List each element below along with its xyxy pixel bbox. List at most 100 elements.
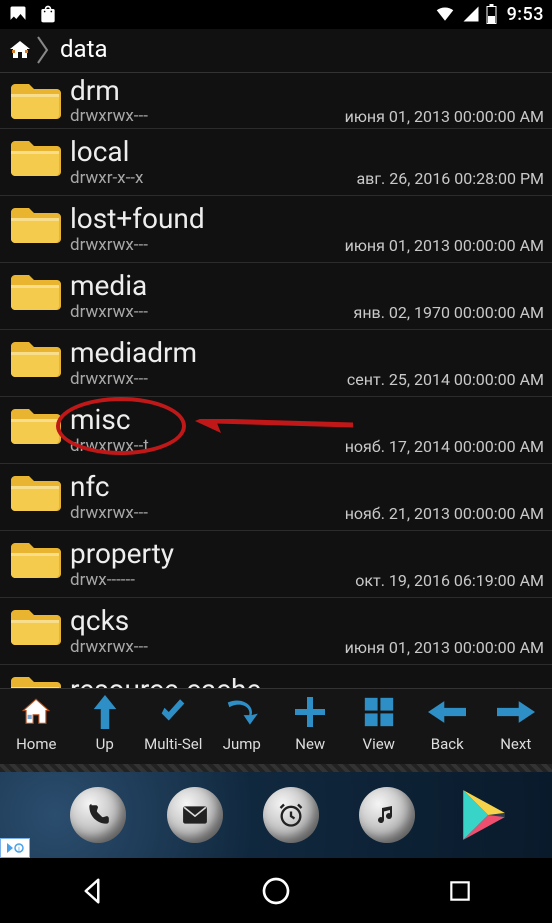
toolbar-label: Back [431, 735, 464, 753]
breadcrumb-home-button[interactable] [6, 36, 34, 64]
file-text: misc drwxrwx--t нояб. 17, 2014 00:00:00 … [70, 397, 544, 463]
file-date: июня 01, 2013 00:00:00 AM [345, 236, 544, 255]
file-row[interactable]: resource-cache [0, 665, 552, 688]
arrow-up-icon [86, 693, 124, 731]
toolbar-new-button[interactable]: New [276, 693, 345, 765]
toolbar-up-button[interactable]: Up [71, 693, 140, 765]
file-row[interactable]: drm drwxrwx--- июня 01, 2013 00:00:00 AM [0, 73, 552, 129]
nav-back-button[interactable] [62, 861, 122, 921]
file-name: misc [70, 405, 544, 434]
toolbar-label: Jump [223, 735, 261, 753]
file-name: property [70, 539, 544, 568]
folder-icon [0, 196, 70, 262]
file-row[interactable]: mediadrm drwxrwx--- сент. 25, 2014 00:00… [0, 330, 552, 397]
file-name: media [70, 271, 544, 300]
ad-clock-icon [263, 787, 319, 843]
battery-icon [486, 4, 497, 24]
file-name: mediadrm [70, 338, 544, 367]
file-text: resource-cache [70, 665, 544, 688]
status-bar: 9:53 [0, 0, 552, 29]
file-row[interactable]: nfc drwxrwx--- нояб. 21, 2013 00:00:00 A… [0, 464, 552, 531]
file-text: nfc drwxrwx--- нояб. 21, 2013 00:00:00 A… [70, 464, 544, 530]
svg-text:i: i [18, 845, 20, 853]
home-icon [17, 693, 55, 731]
file-permissions: drwxrwx--- [70, 235, 148, 255]
toolbar-label: Up [96, 735, 114, 753]
folder-icon [0, 263, 70, 329]
file-text: mediadrm drwxrwx--- сент. 25, 2014 00:00… [70, 330, 544, 396]
file-name: local [70, 137, 544, 166]
file-permissions: drwxrwx--- [70, 302, 148, 322]
ad-playstore-icon [456, 787, 512, 843]
file-permissions: drwxrwx--- [70, 637, 148, 657]
folder-icon [0, 598, 70, 664]
folder-icon [0, 665, 70, 688]
adchoices-icon[interactable]: i [0, 838, 30, 858]
file-date: июня 01, 2013 00:00:00 AM [345, 107, 544, 126]
breadcrumb-current[interactable]: data [52, 33, 118, 67]
grid-view-icon [360, 693, 398, 731]
ad-music-icon [359, 787, 415, 843]
check-icon [154, 693, 192, 731]
toolbar-label: Multi-Sel [144, 735, 202, 753]
toolbar-label: Home [16, 735, 56, 753]
file-row[interactable]: local drwxr-x--x авг. 26, 2016 00:28:00 … [0, 129, 552, 196]
file-row[interactable]: qcks drwxrwx--- июня 01, 2013 00:00:00 A… [0, 598, 552, 665]
folder-icon [0, 531, 70, 597]
jump-icon [223, 693, 261, 731]
path-bar: data [0, 29, 552, 73]
file-name: nfc [70, 472, 544, 501]
folder-icon [0, 73, 70, 128]
toolbar-view-button[interactable]: View [345, 693, 414, 765]
file-name: drm [70, 76, 544, 105]
toolbar-home-button[interactable]: Home [2, 693, 71, 765]
file-list[interactable]: drm drwxrwx--- июня 01, 2013 00:00:00 AM… [0, 73, 552, 688]
ad-phone-icon [70, 787, 126, 843]
image-notification-icon [8, 4, 28, 24]
file-text: qcks drwxrwx--- июня 01, 2013 00:00:00 A… [70, 598, 544, 664]
file-date: авг. 26, 2016 00:28:00 PM [356, 169, 544, 188]
toolbar-multisel-button[interactable]: Multi-Sel [139, 693, 208, 765]
bottom-toolbar: Home Up Multi-Sel Jump New View Back Nex… [0, 688, 552, 765]
file-name: lost+found [70, 204, 544, 233]
status-clock: 9:53 [507, 4, 544, 25]
cell-signal-icon [462, 5, 480, 23]
file-name: qcks [70, 606, 544, 635]
file-date: окт. 19, 2016 06:19:00 AM [355, 571, 544, 590]
file-permissions: drwxrwx--- [70, 106, 148, 126]
file-text: drm drwxrwx--- июня 01, 2013 00:00:00 AM [70, 73, 544, 128]
status-notifications [8, 4, 58, 24]
file-text: local drwxr-x--x авг. 26, 2016 00:28:00 … [70, 129, 544, 195]
folder-icon [0, 464, 70, 530]
file-date: нояб. 17, 2014 00:00:00 AM [345, 437, 544, 456]
file-text: property drwx------ окт. 19, 2016 06:19:… [70, 531, 544, 597]
toolbar-label: New [295, 735, 325, 753]
file-row[interactable]: property drwx------ окт. 19, 2016 06:19:… [0, 531, 552, 598]
toolbar-back-button[interactable]: Back [413, 693, 482, 765]
wifi-icon [434, 5, 456, 23]
toolbar-jump-button[interactable]: Jump [208, 693, 277, 765]
file-permissions: drwxrwx--t [70, 436, 149, 456]
file-permissions: drwxrwx--- [70, 369, 148, 389]
nav-recents-button[interactable] [430, 861, 490, 921]
nav-home-button[interactable] [246, 861, 306, 921]
file-date: сент. 25, 2014 00:00:00 AM [347, 370, 544, 389]
file-row[interactable]: media drwxrwx--- янв. 02, 1970 00:00:00 … [0, 263, 552, 330]
file-permissions: drwxrwx--- [70, 503, 148, 523]
plus-icon [291, 693, 329, 731]
file-row[interactable]: lost+found drwxrwx--- июня 01, 2013 00:0… [0, 196, 552, 263]
file-row[interactable]: misc drwxrwx--t нояб. 17, 2014 00:00:00 … [0, 397, 552, 464]
folder-icon [0, 397, 70, 463]
toolbar-next-button[interactable]: Next [482, 693, 551, 765]
toolbar-label: View [363, 735, 395, 753]
file-name: resource-cache [70, 675, 544, 688]
file-date: янв. 02, 1970 00:00:00 AM [354, 303, 544, 322]
breadcrumb-separator-icon [36, 28, 50, 72]
folder-icon [0, 129, 70, 195]
toolbar-label: Next [500, 735, 531, 753]
system-nav-bar [0, 858, 552, 923]
file-date: июня 01, 2013 00:00:00 AM [345, 638, 544, 657]
file-permissions: drwx------ [70, 570, 135, 590]
ad-mail-icon [167, 787, 223, 843]
ad-banner[interactable]: i [0, 772, 552, 858]
